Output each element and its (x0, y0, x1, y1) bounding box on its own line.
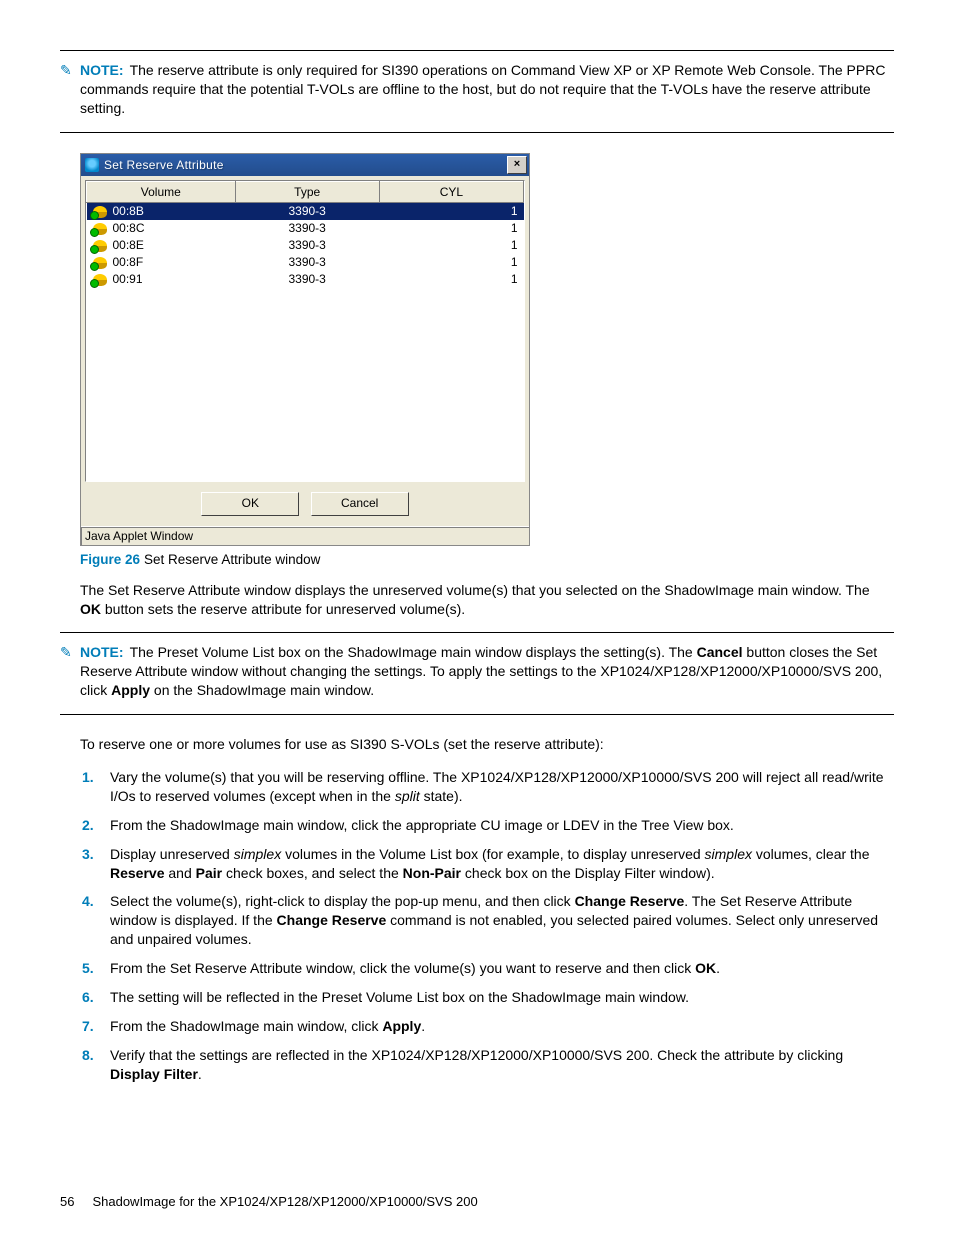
table-row[interactable]: 00:8E 3390-3 1 (87, 237, 524, 254)
table-row[interactable]: 00:8C 3390-3 1 (87, 220, 524, 237)
figure-number: Figure 26 (80, 552, 140, 567)
note-block-2: ✎ NOTE:The Preset Volume List box on the… (60, 632, 894, 715)
page: ✎ NOTE:The reserve attribute is only req… (0, 0, 954, 1239)
titlebar: Set Reserve Attribute × (81, 154, 529, 176)
disk-icon (93, 206, 107, 218)
status-bar: Java Applet Window (81, 526, 529, 545)
note-block-1: ✎ NOTE:The reserve attribute is only req… (60, 50, 894, 133)
step-5: From the Set Reserve Attribute window, c… (106, 959, 894, 978)
disk-icon (93, 257, 107, 269)
col-volume[interactable]: Volume (87, 181, 236, 202)
doc-title: ShadowImage for the XP1024/XP128/XP12000… (92, 1194, 477, 1209)
ok-button[interactable]: OK (201, 492, 299, 516)
page-number: 56 (60, 1194, 74, 1209)
note-text: The reserve attribute is only required f… (80, 62, 885, 116)
close-icon[interactable]: × (507, 156, 527, 174)
step-4: Select the volume(s), right-click to dis… (106, 892, 894, 949)
paragraph-after-figure: The Set Reserve Attribute window display… (80, 581, 894, 619)
col-cyl[interactable]: CYL (379, 181, 523, 202)
figure-text: Set Reserve Attribute window (144, 552, 320, 567)
app-icon (85, 158, 99, 172)
volume-table-wrap: Volume Type CYL 00:8B 3390-3 1 00:8C (85, 180, 525, 482)
note-icon: ✎ (60, 645, 74, 659)
steps-list: Vary the volume(s) that you will be rese… (80, 768, 894, 1084)
disk-icon (93, 223, 107, 235)
note-icon: ✎ (60, 63, 74, 77)
step-7: From the ShadowImage main window, click … (106, 1017, 894, 1036)
table-row[interactable]: 00:8F 3390-3 1 (87, 254, 524, 271)
step-2: From the ShadowImage main window, click … (106, 816, 894, 835)
page-footer: 56 ShadowImage for the XP1024/XP128/XP12… (60, 1194, 894, 1209)
disk-icon (93, 240, 107, 252)
set-reserve-attribute-window: Set Reserve Attribute × Volume Type CYL … (80, 153, 530, 546)
step-3: Display unreserved simplex volumes in th… (106, 845, 894, 883)
note-label: NOTE: (80, 62, 124, 78)
disk-icon (93, 274, 107, 286)
table-row[interactable]: 00:91 3390-3 1 (87, 271, 524, 288)
col-type[interactable]: Type (235, 181, 379, 202)
figure-caption: Figure 26 Set Reserve Attribute window (80, 552, 894, 567)
intro-paragraph: To reserve one or more volumes for use a… (80, 735, 894, 754)
step-8: Verify that the settings are reflected i… (106, 1046, 894, 1084)
note-label: NOTE: (80, 644, 124, 660)
button-row: OK Cancel (81, 486, 529, 526)
window-title: Set Reserve Attribute (104, 158, 505, 172)
cancel-button[interactable]: Cancel (311, 492, 409, 516)
volume-table[interactable]: Volume Type CYL 00:8B 3390-3 1 00:8C (86, 181, 524, 288)
step-1: Vary the volume(s) that you will be rese… (106, 768, 894, 806)
step-6: The setting will be reflected in the Pre… (106, 988, 894, 1007)
table-row[interactable]: 00:8B 3390-3 1 (87, 202, 524, 220)
